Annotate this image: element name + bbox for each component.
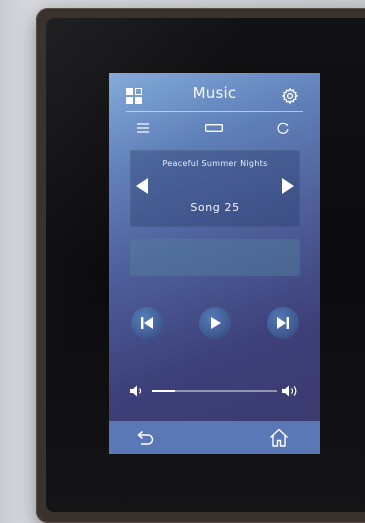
transport-controls <box>109 305 320 341</box>
back-icon[interactable] <box>136 430 154 446</box>
track-info-panel <box>130 239 300 276</box>
home-icon[interactable] <box>269 428 289 447</box>
menu-icon[interactable] <box>137 123 149 133</box>
gear-icon[interactable] <box>281 87 299 105</box>
now-playing-panel: Peaceful Summer Nights Song 25 <box>130 150 300 227</box>
bottom-bar <box>109 421 320 454</box>
toolbar <box>109 117 320 139</box>
play-button[interactable] <box>199 307 231 339</box>
volume-high-icon[interactable] <box>281 384 301 398</box>
next-track-button[interactable] <box>267 307 299 339</box>
volume-low-icon[interactable] <box>129 384 145 398</box>
title-divider <box>126 111 303 112</box>
station-name: Peaceful Summer Nights <box>162 159 268 168</box>
skip-next-icon <box>277 317 289 329</box>
title-bar: Music <box>109 73 320 113</box>
volume-control <box>109 381 320 401</box>
queue-icon[interactable] <box>205 124 223 132</box>
touch-screen: Music Peaceful Summer Nights Song 25 <box>109 73 320 454</box>
next-station-arrow-icon[interactable] <box>282 178 294 194</box>
play-icon <box>211 317 221 329</box>
volume-level <box>152 390 175 392</box>
volume-slider[interactable] <box>152 390 277 392</box>
skip-previous-icon <box>141 317 153 329</box>
previous-track-button[interactable] <box>131 307 163 339</box>
previous-station-arrow-icon[interactable] <box>136 178 148 194</box>
repeat-icon[interactable] <box>276 121 290 135</box>
song-name: Song 25 <box>190 201 240 214</box>
